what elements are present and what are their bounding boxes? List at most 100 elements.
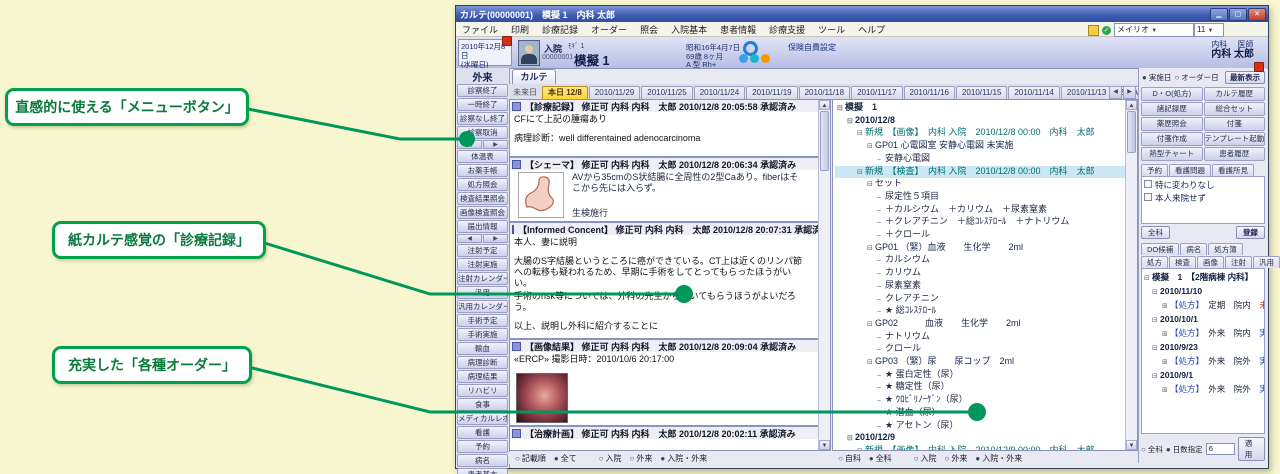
sidebar-button[interactable]: リハビリ	[457, 384, 508, 397]
tree-expand-icon[interactable]: ⊞	[1162, 329, 1170, 341]
order-tree-row[interactable]: –尿素窒素	[835, 280, 1126, 293]
notebook-icon[interactable]	[502, 36, 512, 46]
quick-button[interactable]: テンプレート起動	[1204, 132, 1266, 146]
order-tree-row[interactable]: –★ 蛋白定性（尿）	[835, 369, 1126, 382]
tab-karte[interactable]: カルテ	[512, 69, 556, 85]
sidebar-button[interactable]: 注射実施	[457, 258, 508, 271]
view-mode-radio[interactable]: ○オーダー日	[1174, 72, 1218, 83]
sidebar-button[interactable]: 汎用カレンダー	[457, 300, 508, 313]
do-tab[interactable]: 病名	[1180, 243, 1207, 255]
record-entry-header[interactable]: 【治療計画】 修正可 内科 内科 太郎 2010/12/8 20:02:11 承…	[510, 425, 819, 439]
record-entry[interactable]: 【画像結果】 修正可 内科 内科 太郎 2010/12/8 20:09:04 承…	[510, 338, 819, 423]
order-tree-row[interactable]: –クロール	[835, 343, 1126, 356]
date-tab[interactable]: 本日 12/8	[542, 86, 588, 99]
order-tree-row[interactable]: ⊟2010/12/9	[835, 432, 1126, 445]
sidebar-button[interactable]: 予約	[457, 440, 508, 453]
order-filter-radio[interactable]: ●全科	[869, 453, 892, 464]
do-tab[interactable]: DO候補	[1141, 243, 1179, 255]
quick-button[interactable]: 諸記録歴	[1141, 102, 1203, 116]
order-tree-row[interactable]: ⊟新規 【画像】 内科 入院 2010/12/8 00:00 内科 太郎	[835, 127, 1126, 140]
quick-button[interactable]: D・O(処方)	[1141, 87, 1203, 101]
do-history-row[interactable]: ⊟2010/10/1	[1144, 313, 1262, 327]
order-tree-row[interactable]: ⊟GP01 （緊）血液 生化学 2ml	[835, 242, 1126, 255]
font-select[interactable]: メイリオ ▼	[1114, 23, 1194, 37]
do-history-row[interactable]: ⊞【処方】 外来 院外 実施済	[1144, 383, 1262, 397]
order-filter-radio[interactable]: ○自科	[838, 453, 861, 464]
do-history-row[interactable]: ⊞【処方】 外来 院内 実施済	[1144, 327, 1262, 341]
order-tree-row[interactable]: –カリウム	[835, 267, 1126, 280]
sidebar-button[interactable]: 診察取消	[457, 126, 508, 139]
do-history-row[interactable]: ⊞【処方】 外来 院外 実施済	[1144, 355, 1262, 369]
tree-expand-icon[interactable]: ⊟	[867, 357, 875, 369]
record-scrollbar[interactable]: ▲ ▼	[818, 100, 830, 450]
record-filter-radio[interactable]: ○入院	[599, 453, 622, 464]
tree-expand-icon[interactable]: ⊟	[867, 141, 875, 153]
register-button[interactable]: 登録	[1236, 226, 1265, 239]
scroll-left-icon[interactable]: ◀	[457, 234, 482, 243]
record-filter-radio[interactable]: ●全て	[554, 453, 577, 464]
order-filter-radio[interactable]: ○外来	[945, 453, 968, 464]
order-type-tab[interactable]: 汎用	[1253, 256, 1280, 268]
order-tree-row[interactable]: –★ ｳﾛﾋﾞﾘﾉｰｹﾞﾝ（尿）	[835, 394, 1126, 407]
sidebar-button[interactable]: 診察終了	[457, 84, 508, 97]
order-tree-row[interactable]: –安静心電図	[835, 153, 1126, 166]
order-type-tab[interactable]: 処方	[1141, 256, 1168, 268]
record-entry-body[interactable]: 本人、妻に説明大腸のS字結腸というところに癌ができている。CT上は近くのリンパ節…	[510, 235, 819, 338]
memo-tab[interactable]: 予約	[1141, 164, 1168, 176]
memo-tab[interactable]: 看護所見	[1212, 164, 1254, 176]
tree-expand-icon[interactable]: ⊞	[1162, 357, 1170, 369]
scroll-down-icon[interactable]: ▼	[1126, 440, 1137, 450]
tree-expand-icon[interactable]: ⊟	[1152, 287, 1160, 299]
order-tree-row[interactable]: –★ アセトン（尿）	[835, 420, 1126, 433]
tree-expand-icon[interactable]: ⊞	[1162, 301, 1170, 313]
minimize-button[interactable]: ▁	[1210, 8, 1228, 21]
record-entry-header[interactable]: 【シェーマ】 修正可 内科 内科 太郎 2010/12/8 20:06:34 承…	[510, 156, 819, 170]
view-mode-radio[interactable]: ●実施日	[1142, 72, 1171, 83]
tree-expand-icon[interactable]: ⊟	[867, 319, 875, 331]
tree-expand-icon[interactable]: ⊟	[857, 128, 865, 140]
sticky-note-icon[interactable]	[1088, 25, 1099, 36]
menu-item[interactable]: ヘルプ	[858, 23, 885, 36]
order-tree-row[interactable]: ⊟2010/12/8	[835, 115, 1126, 128]
order-tree-row[interactable]: ⊟セット	[835, 178, 1126, 191]
order-tree-row[interactable]: –ナトリウム	[835, 331, 1126, 344]
date-tab-prev-icon[interactable]: ◀	[1109, 86, 1122, 99]
order-tree-row[interactable]: –クレアチニン	[835, 293, 1126, 306]
record-entry[interactable]: 【Informed Concent】 修正可 内科 内科 太郎 2010/12/…	[510, 221, 819, 338]
sidebar-button[interactable]: 診察なし終了	[457, 112, 508, 125]
do-history-row[interactable]: ⊟模擬 1 【2階病棟 内科】	[1144, 271, 1262, 285]
quick-button[interactable]: 熱型チャート	[1141, 147, 1203, 161]
order-tree-row[interactable]: –★ 総ｺﾚｽﾃﾛｰﾙ	[835, 305, 1126, 318]
endoscopy-image[interactable]	[516, 373, 568, 423]
insurance-settings-link[interactable]: 保険自費設定	[788, 42, 836, 53]
tree-expand-icon[interactable]: ⊞	[1162, 385, 1170, 397]
menu-item[interactable]: 入院基本	[671, 23, 707, 36]
date-tab[interactable]: 2010/11/16	[904, 86, 955, 99]
date-tab[interactable]: 2010/11/15	[956, 86, 1007, 99]
sidebar-button[interactable]: 体温表	[457, 150, 508, 163]
do-history-row[interactable]: ⊟2010/9/1	[1144, 369, 1262, 383]
scroll-up-icon[interactable]: ▲	[1126, 100, 1137, 110]
scroll-right-icon[interactable]: ▶	[483, 140, 508, 149]
order-type-tab[interactable]: 検査	[1169, 256, 1196, 268]
quick-button[interactable]: 付箋作成	[1141, 132, 1203, 146]
date-tab[interactable]: 2010/11/18	[799, 86, 850, 99]
sidebar-button[interactable]: 手術予定	[457, 314, 508, 327]
sidebar-button[interactable]: 病理結果	[457, 370, 508, 383]
sidebar-button[interactable]: お薬手帳	[457, 164, 508, 177]
badge-blue-icon[interactable]	[739, 54, 748, 63]
sidebar-button[interactable]: 処方照会	[457, 178, 508, 191]
menu-item[interactable]: 印刷	[511, 23, 529, 36]
scroll-down-icon[interactable]: ▼	[819, 440, 830, 450]
order-tree-row[interactable]: –★ 潜血（尿）	[835, 407, 1126, 420]
sidebar-button[interactable]: 一時終了	[457, 98, 508, 111]
record-filter-radio[interactable]: ●入院・外来	[660, 453, 707, 464]
quick-button[interactable]: カルテ履歴	[1204, 87, 1266, 101]
scroll-thumb[interactable]	[820, 111, 829, 171]
sidebar-button[interactable]: 病名	[457, 454, 508, 467]
sidebar-button[interactable]: 食事	[457, 398, 508, 411]
order-tree-row[interactable]: –尿定性５項目	[835, 191, 1126, 204]
memo-tab[interactable]: 看護問題	[1169, 164, 1211, 176]
close-button[interactable]: ✕	[1248, 8, 1266, 21]
record-entry-header[interactable]: 【Informed Concent】 修正可 内科 内科 太郎 2010/12/…	[510, 221, 819, 235]
